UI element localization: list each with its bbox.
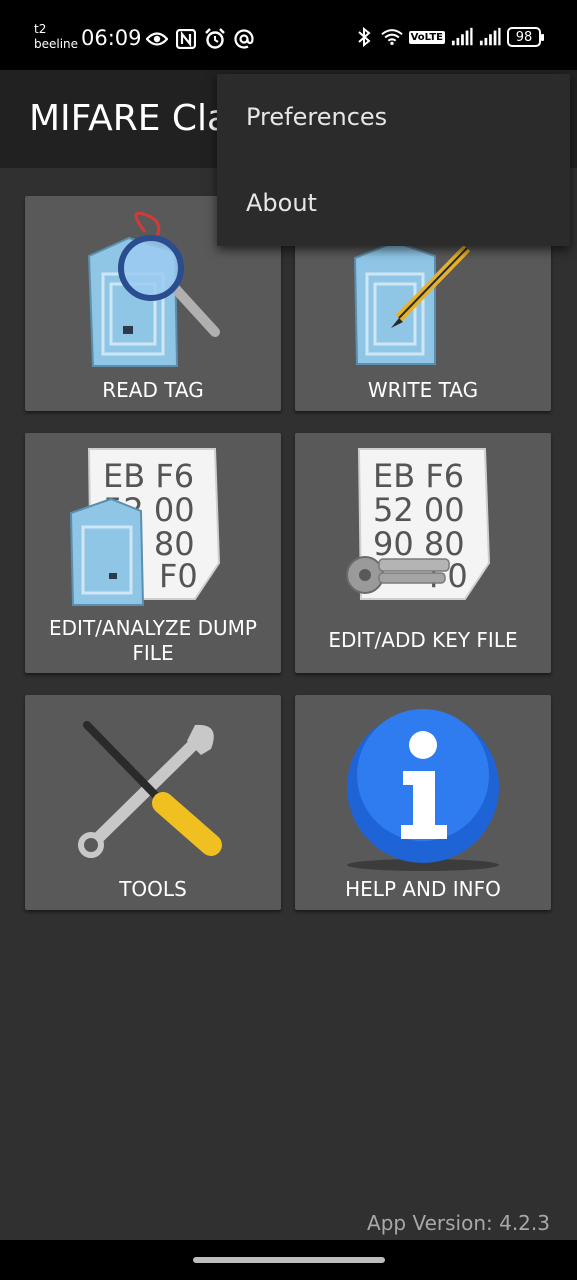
- menu-item-preferences[interactable]: Preferences: [217, 74, 570, 160]
- tools-label: TOOLS: [119, 877, 187, 901]
- dump-text-line: EB F6: [103, 457, 194, 495]
- dump-text-line: EB F6: [373, 457, 464, 495]
- edit-dump-file-label: EDIT/ANALYZE DUMP FILE: [49, 616, 257, 665]
- dump-text-line: F0: [159, 557, 198, 595]
- edit-key-file-label: EDIT/ADD KEY FILE: [328, 628, 518, 652]
- eye-icon: [146, 28, 168, 50]
- status-bar: t2 beeline 06:09 VoLTE 98: [0, 0, 577, 70]
- menu-item-about[interactable]: About: [217, 160, 570, 246]
- signal-icon: [451, 26, 473, 48]
- signal-icon: [479, 26, 501, 48]
- edit-dump-file-button[interactable]: EB F6 52 00 90 80 F0 EDIT/ANALYZE DUMP F…: [25, 433, 281, 673]
- dump-text-line: 52 00: [373, 491, 465, 529]
- volte-badge: VoLTE: [408, 30, 445, 44]
- alarm-icon: [204, 28, 226, 50]
- nfc-icon: [175, 28, 197, 50]
- at-icon: [233, 28, 255, 50]
- bluetooth-icon: [353, 26, 375, 48]
- edit-key-file-button[interactable]: EB F6 52 00 90 80 F0 EDIT/ADD KEY FILE: [295, 433, 551, 673]
- home-gesture-bar[interactable]: [193, 1257, 385, 1263]
- tools-button[interactable]: TOOLS: [25, 695, 281, 910]
- navigation-bar: [0, 1240, 577, 1280]
- notification-icons: [146, 28, 255, 50]
- wifi-icon: [380, 26, 403, 48]
- write-tag-label: WRITE TAG: [367, 378, 479, 402]
- read-tag-label: READ TAG: [102, 378, 204, 402]
- clock: 06:09: [81, 26, 142, 50]
- app-version: App Version: 4.2.3: [367, 1211, 550, 1235]
- help-and-info-button[interactable]: HELP AND INFO: [295, 695, 551, 910]
- help-and-info-label: HELP AND INFO: [345, 877, 501, 901]
- system-icons: VoLTE 98: [353, 26, 544, 48]
- battery-indicator: 98: [507, 27, 544, 47]
- overflow-menu: Preferences About: [217, 74, 570, 246]
- carrier-label: t2 beeline: [34, 22, 79, 51]
